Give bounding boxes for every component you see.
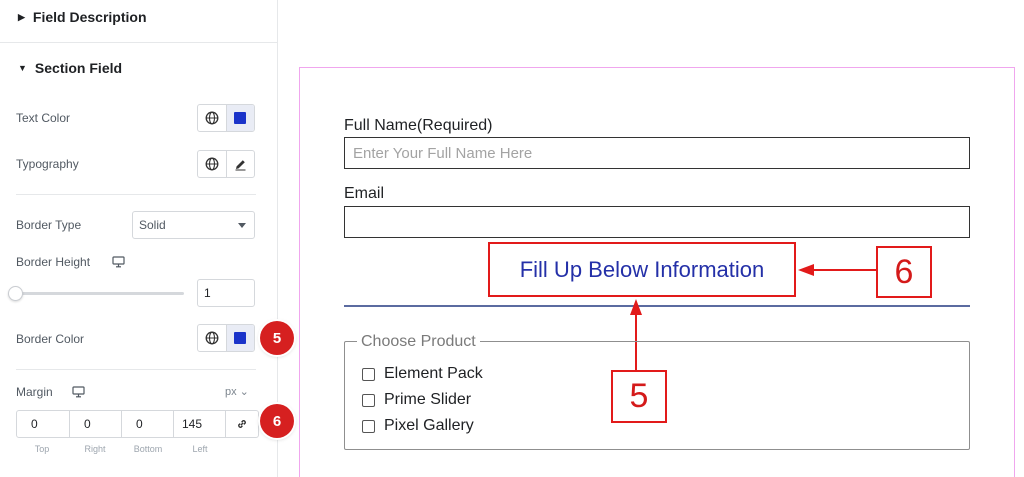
product-option-label: Pixel Gallery — [384, 417, 474, 434]
choose-product-legend: Choose Product — [357, 333, 480, 351]
product-option[interactable]: Prime Slider — [362, 391, 471, 409]
product-option-label: Prime Slider — [384, 391, 472, 408]
checkbox[interactable] — [362, 393, 375, 407]
product-option-label: Element Pack — [384, 365, 483, 382]
product-option[interactable]: Pixel Gallery — [362, 417, 474, 435]
product-option[interactable]: Element Pack — [362, 365, 483, 383]
checkbox[interactable] — [362, 419, 375, 433]
checkbox[interactable] — [362, 367, 375, 381]
annotation-callout-6: 6 — [876, 246, 932, 298]
